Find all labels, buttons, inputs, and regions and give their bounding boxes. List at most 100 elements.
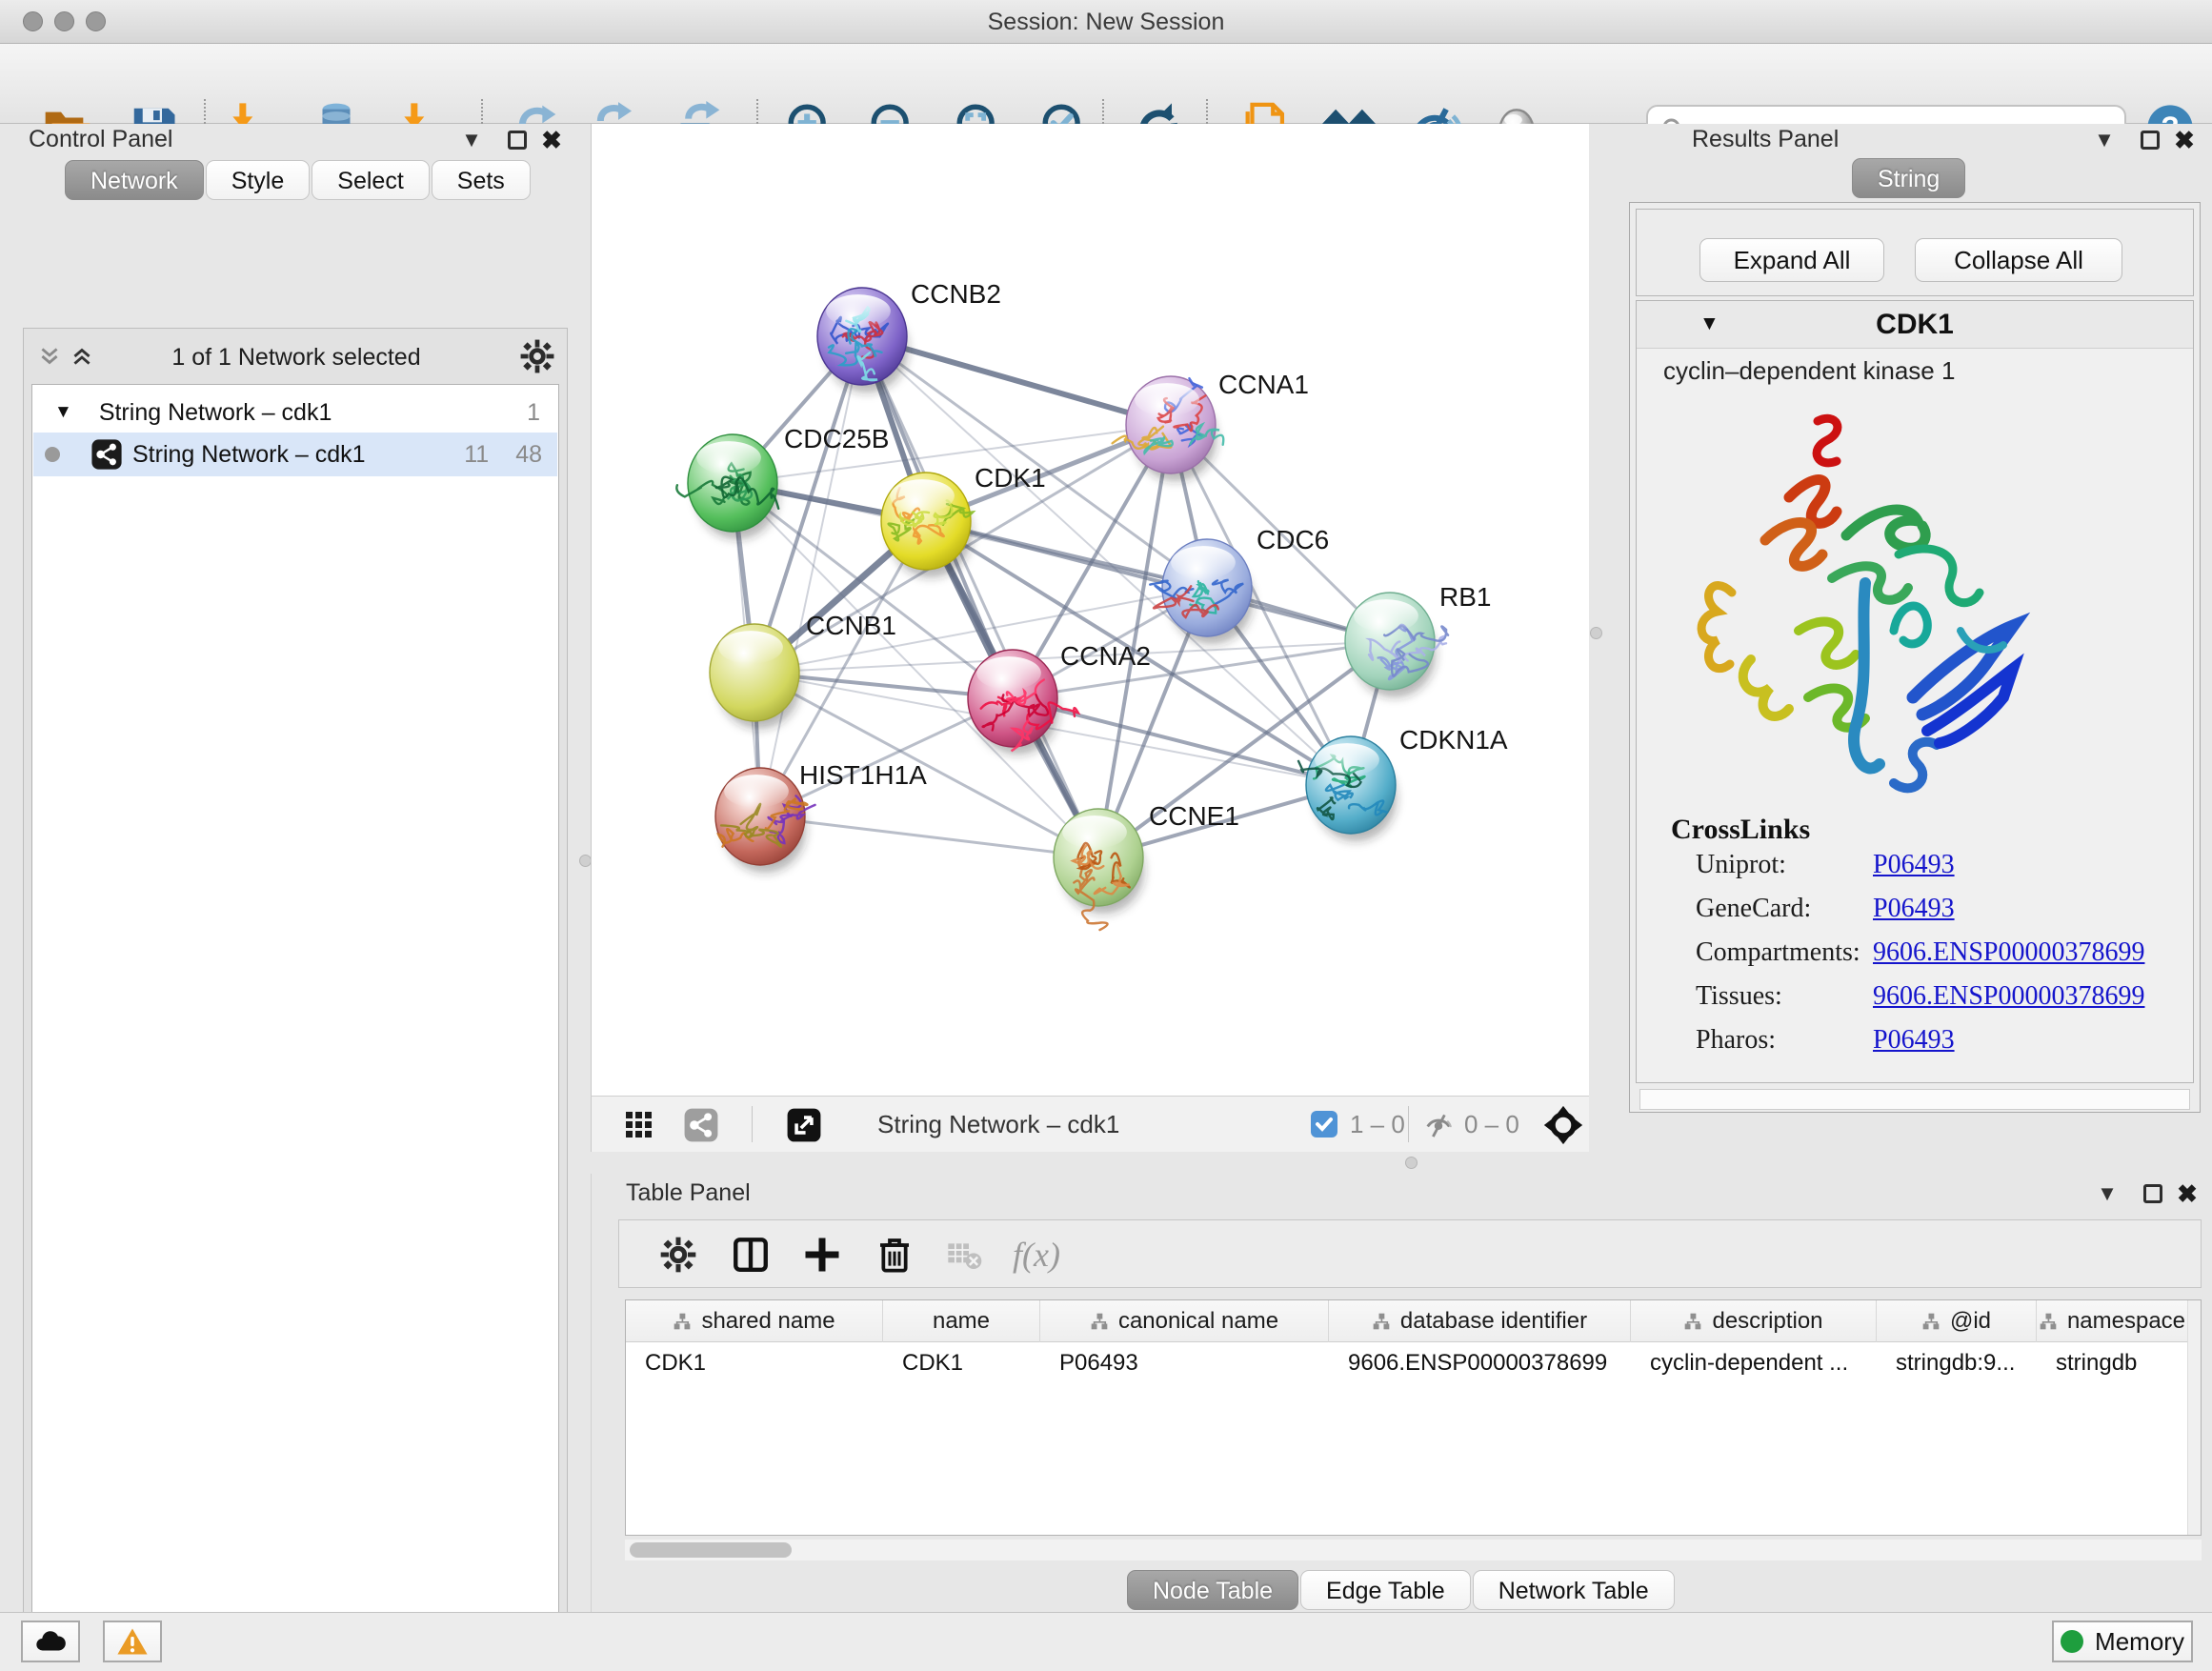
select-columns-icon[interactable] xyxy=(722,1226,779,1283)
scrollbar-thumb[interactable] xyxy=(630,1542,792,1558)
tree-expand-icon[interactable]: ▼ xyxy=(54,402,72,423)
table-type-tabs: Node TableEdge TableNetwork Table xyxy=(1127,1570,1677,1610)
warnings-button[interactable] xyxy=(103,1621,162,1662)
table-header-row: shared namenamecanonical namedatabase id… xyxy=(626,1300,2188,1342)
control-panel-title: Control Panel xyxy=(29,126,172,153)
network-share-icon[interactable] xyxy=(683,1107,719,1148)
tab-node-table[interactable]: Node Table xyxy=(1127,1570,1298,1610)
network-collection-row[interactable]: ▼ String Network – cdk1 1 xyxy=(33,391,557,434)
edge-CCNB2-CCNA1[interactable] xyxy=(862,336,1171,425)
column-header-canonical-name[interactable]: canonical name xyxy=(1040,1300,1329,1342)
crosslink-label: GeneCard: xyxy=(1696,894,1811,924)
edge-CCNB2-HIST1H1A[interactable] xyxy=(760,336,862,816)
table-cell[interactable]: stringdb:9... xyxy=(1877,1342,2037,1384)
expand-all-button[interactable]: Expand All xyxy=(1699,238,1884,282)
protein-description: cyclin–dependent kinase 1 xyxy=(1663,356,1955,386)
add-column-icon[interactable] xyxy=(794,1226,851,1283)
panel-float-icon[interactable] xyxy=(2134,126,2166,154)
network-view-canvas[interactable]: CCNB2CCNA1CDC25BCDK1CDC6RB1CCNB1CCNA2CDK… xyxy=(591,124,1589,1096)
node-CDKN1A[interactable]: CDKN1A xyxy=(1298,725,1508,841)
column-tree-icon xyxy=(1683,1312,1702,1331)
protein-name: CDK1 xyxy=(1637,309,2193,341)
column-header-database-identifier[interactable]: database identifier xyxy=(1329,1300,1631,1342)
tab-network-table[interactable]: Network Table xyxy=(1473,1570,1675,1610)
column-tree-icon xyxy=(2039,1312,2058,1331)
column-header-namespace[interactable]: namespace xyxy=(2037,1300,2188,1342)
table-gear-icon[interactable] xyxy=(650,1226,707,1283)
hidden-eye-icon xyxy=(1422,1109,1455,1146)
tab-edge-table[interactable]: Edge Table xyxy=(1300,1570,1471,1610)
results-panel: Results Panel ▼ ✖ String Expand All Coll… xyxy=(1602,124,2212,1174)
edge-HIST1H1A-CCNE1[interactable] xyxy=(760,816,1098,857)
network-status-dot xyxy=(45,447,60,462)
panel-menu-caret-icon[interactable]: ▼ xyxy=(2091,1179,2123,1208)
warning-icon xyxy=(116,1627,149,1656)
panel-close-icon[interactable]: ✖ xyxy=(535,126,568,154)
memory-button[interactable]: Memory xyxy=(2052,1621,2193,1662)
panel-menu-caret-icon[interactable]: ▼ xyxy=(2088,126,2121,154)
panel-menu-caret-icon[interactable]: ▼ xyxy=(455,126,488,154)
tab-string[interactable]: String xyxy=(1852,158,1965,198)
table-vertical-scrollbar[interactable] xyxy=(2187,1300,2201,1535)
network-row-selected[interactable]: String Network – cdk1 11 48 xyxy=(33,433,557,476)
next-section-sliver xyxy=(1639,1089,2190,1110)
column-tree-icon xyxy=(673,1312,692,1331)
crosslinks-title: CrossLinks xyxy=(1671,814,1810,846)
node-table: shared namenamecanonical namedatabase id… xyxy=(625,1299,2202,1536)
collapse-all-button[interactable]: Collapse All xyxy=(1915,238,2122,282)
table-cell[interactable]: 9606.ENSP00000378699 xyxy=(1329,1342,1631,1384)
tab-network[interactable]: Network xyxy=(65,160,204,200)
column-header-description[interactable]: description xyxy=(1631,1300,1877,1342)
table-panel: Table Panel ▼ ✖ f(x) shared namenamecano… xyxy=(591,1174,2212,1612)
table-cell[interactable]: P06493 xyxy=(1040,1342,1329,1384)
tab-style[interactable]: Style xyxy=(206,160,311,200)
column-header-name[interactable]: name xyxy=(883,1300,1040,1342)
gear-icon[interactable] xyxy=(519,338,555,379)
cytoscape-window: Session: New Session xyxy=(0,0,2212,1671)
crosslink-link[interactable]: 9606.ENSP00000378699 xyxy=(1873,937,2144,968)
main-toolbar: ? xyxy=(0,44,2212,124)
delete-table-icon xyxy=(935,1226,993,1283)
table-cell[interactable]: stringdb xyxy=(2037,1342,2188,1384)
table-cell[interactable]: cyclin-dependent ... xyxy=(1631,1342,1877,1384)
panel-float-icon[interactable] xyxy=(2137,1179,2169,1208)
panel-float-icon[interactable] xyxy=(501,126,533,154)
node-HIST1H1A[interactable]: HIST1H1A xyxy=(715,760,927,873)
node-label-CCNA2: CCNA2 xyxy=(1060,641,1151,671)
table-cell[interactable]: CDK1 xyxy=(883,1342,1040,1384)
tab-select[interactable]: Select xyxy=(312,160,429,200)
vertical-splitter-left[interactable] xyxy=(579,124,591,1612)
node-CDK1[interactable]: CDK1 xyxy=(881,463,1046,577)
delete-column-icon[interactable] xyxy=(866,1226,923,1283)
cloud-button[interactable] xyxy=(21,1621,80,1662)
network-tab-content: 1 of 1 Network selected ▼ String Network… xyxy=(23,328,568,1671)
tab-sets[interactable]: Sets xyxy=(432,160,531,200)
table-horizontal-scrollbar[interactable] xyxy=(625,1540,2202,1560)
selected-checkbox-icon[interactable] xyxy=(1310,1110,1338,1143)
crosslink-link[interactable]: P06493 xyxy=(1873,894,1955,924)
panel-close-icon[interactable]: ✖ xyxy=(2168,126,2201,154)
table-panel-title: Table Panel xyxy=(626,1179,751,1207)
birdseye-view-icon[interactable] xyxy=(1542,1104,1584,1151)
edge-CCNA2-CDKN1A[interactable] xyxy=(1013,698,1351,785)
crosslink-link[interactable]: P06493 xyxy=(1873,1025,1955,1056)
grid-view-icon[interactable] xyxy=(624,1110,654,1145)
table-cell[interactable]: CDK1 xyxy=(626,1342,883,1384)
detach-view-icon[interactable] xyxy=(786,1107,822,1148)
node-CCNB2[interactable]: CCNB2 xyxy=(817,279,1001,393)
vertical-splitter-right[interactable] xyxy=(1589,124,1602,1152)
column-header--id[interactable]: @id xyxy=(1877,1300,2037,1342)
control-panel: Control Panel ▼ ✖ NetworkStyleSelectSets… xyxy=(0,124,579,1612)
node-label-CCNA1: CCNA1 xyxy=(1218,370,1309,399)
node-RB1[interactable]: RB1 xyxy=(1345,582,1491,697)
column-header-shared-name[interactable]: shared name xyxy=(626,1300,883,1342)
crosslink-label: Pharos: xyxy=(1696,1025,1776,1056)
panel-close-icon[interactable]: ✖ xyxy=(2171,1179,2203,1208)
protein-section-header[interactable]: ▼ CDK1 xyxy=(1637,301,2193,349)
function-builder-icon: f(x) xyxy=(1008,1226,1065,1283)
crosslink-link[interactable]: P06493 xyxy=(1873,850,1955,880)
string-network-icon xyxy=(90,438,123,471)
window-title: Session: New Session xyxy=(0,0,2212,44)
cloud-icon xyxy=(32,1628,69,1655)
crosslink-link[interactable]: 9606.ENSP00000378699 xyxy=(1873,981,2144,1012)
